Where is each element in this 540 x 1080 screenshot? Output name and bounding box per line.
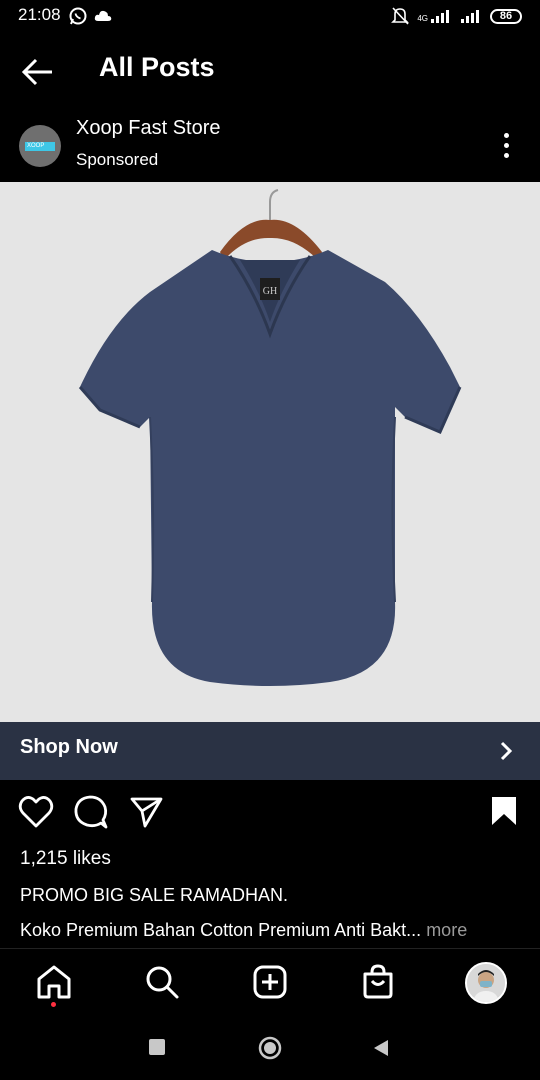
more-options-icon[interactable] [496, 133, 516, 161]
status-right-icons: 4G 86 [391, 6, 522, 26]
status-left-icons [68, 6, 112, 26]
add-post-icon[interactable] [250, 962, 290, 1002]
signal-icon-2 [461, 10, 479, 23]
battery-indicator: 86 [490, 8, 522, 24]
likes-count[interactable]: 1,215 likes [20, 848, 111, 870]
heart-icon[interactable] [18, 795, 54, 829]
shop-now-label[interactable]: Shop Now [20, 736, 118, 759]
profile-photo [467, 964, 505, 1002]
shirt-tag-label: GH [263, 286, 277, 297]
send-icon[interactable] [128, 794, 164, 830]
bookmark-icon[interactable] [488, 794, 520, 828]
store-name[interactable]: Xoop Fast Store [76, 117, 221, 140]
profile-avatar[interactable] [465, 962, 507, 1004]
mute-bell-icon [391, 7, 410, 25]
system-home-icon[interactable] [258, 1036, 282, 1060]
store-avatar[interactable]: XOOP [19, 125, 61, 167]
caption-text: Koko Premium Bahan Cotton Premium Anti B… [20, 920, 422, 940]
shopping-bag-icon[interactable] [358, 962, 398, 1002]
system-back-icon[interactable] [372, 1038, 390, 1058]
whatsapp-icon [69, 7, 87, 25]
back-arrow-icon[interactable] [18, 52, 58, 92]
store-logo: XOOP [25, 141, 55, 151]
cloud-icon [94, 10, 112, 21]
page-title: All Posts [99, 52, 215, 82]
shirt-image: GH [0, 182, 540, 722]
post-image[interactable]: GH [0, 182, 540, 722]
sponsored-label: Sponsored [76, 150, 159, 169]
recent-apps-icon[interactable] [149, 1039, 165, 1055]
network-type: 4G [417, 9, 452, 23]
caption-line-2: Koko Premium Bahan Cotton Premium Anti B… [20, 920, 467, 941]
chevron-right-icon[interactable] [496, 740, 516, 762]
status-time: 21:08 [18, 5, 61, 24]
notification-dot [51, 1002, 56, 1007]
caption-line-1: PROMO BIG SALE RAMADHAN. [20, 885, 289, 905]
more-link[interactable]: more [421, 920, 467, 940]
search-icon[interactable] [142, 962, 182, 1002]
comment-icon[interactable] [73, 794, 109, 830]
home-icon[interactable] [34, 962, 74, 1002]
signal-icon [431, 10, 449, 23]
